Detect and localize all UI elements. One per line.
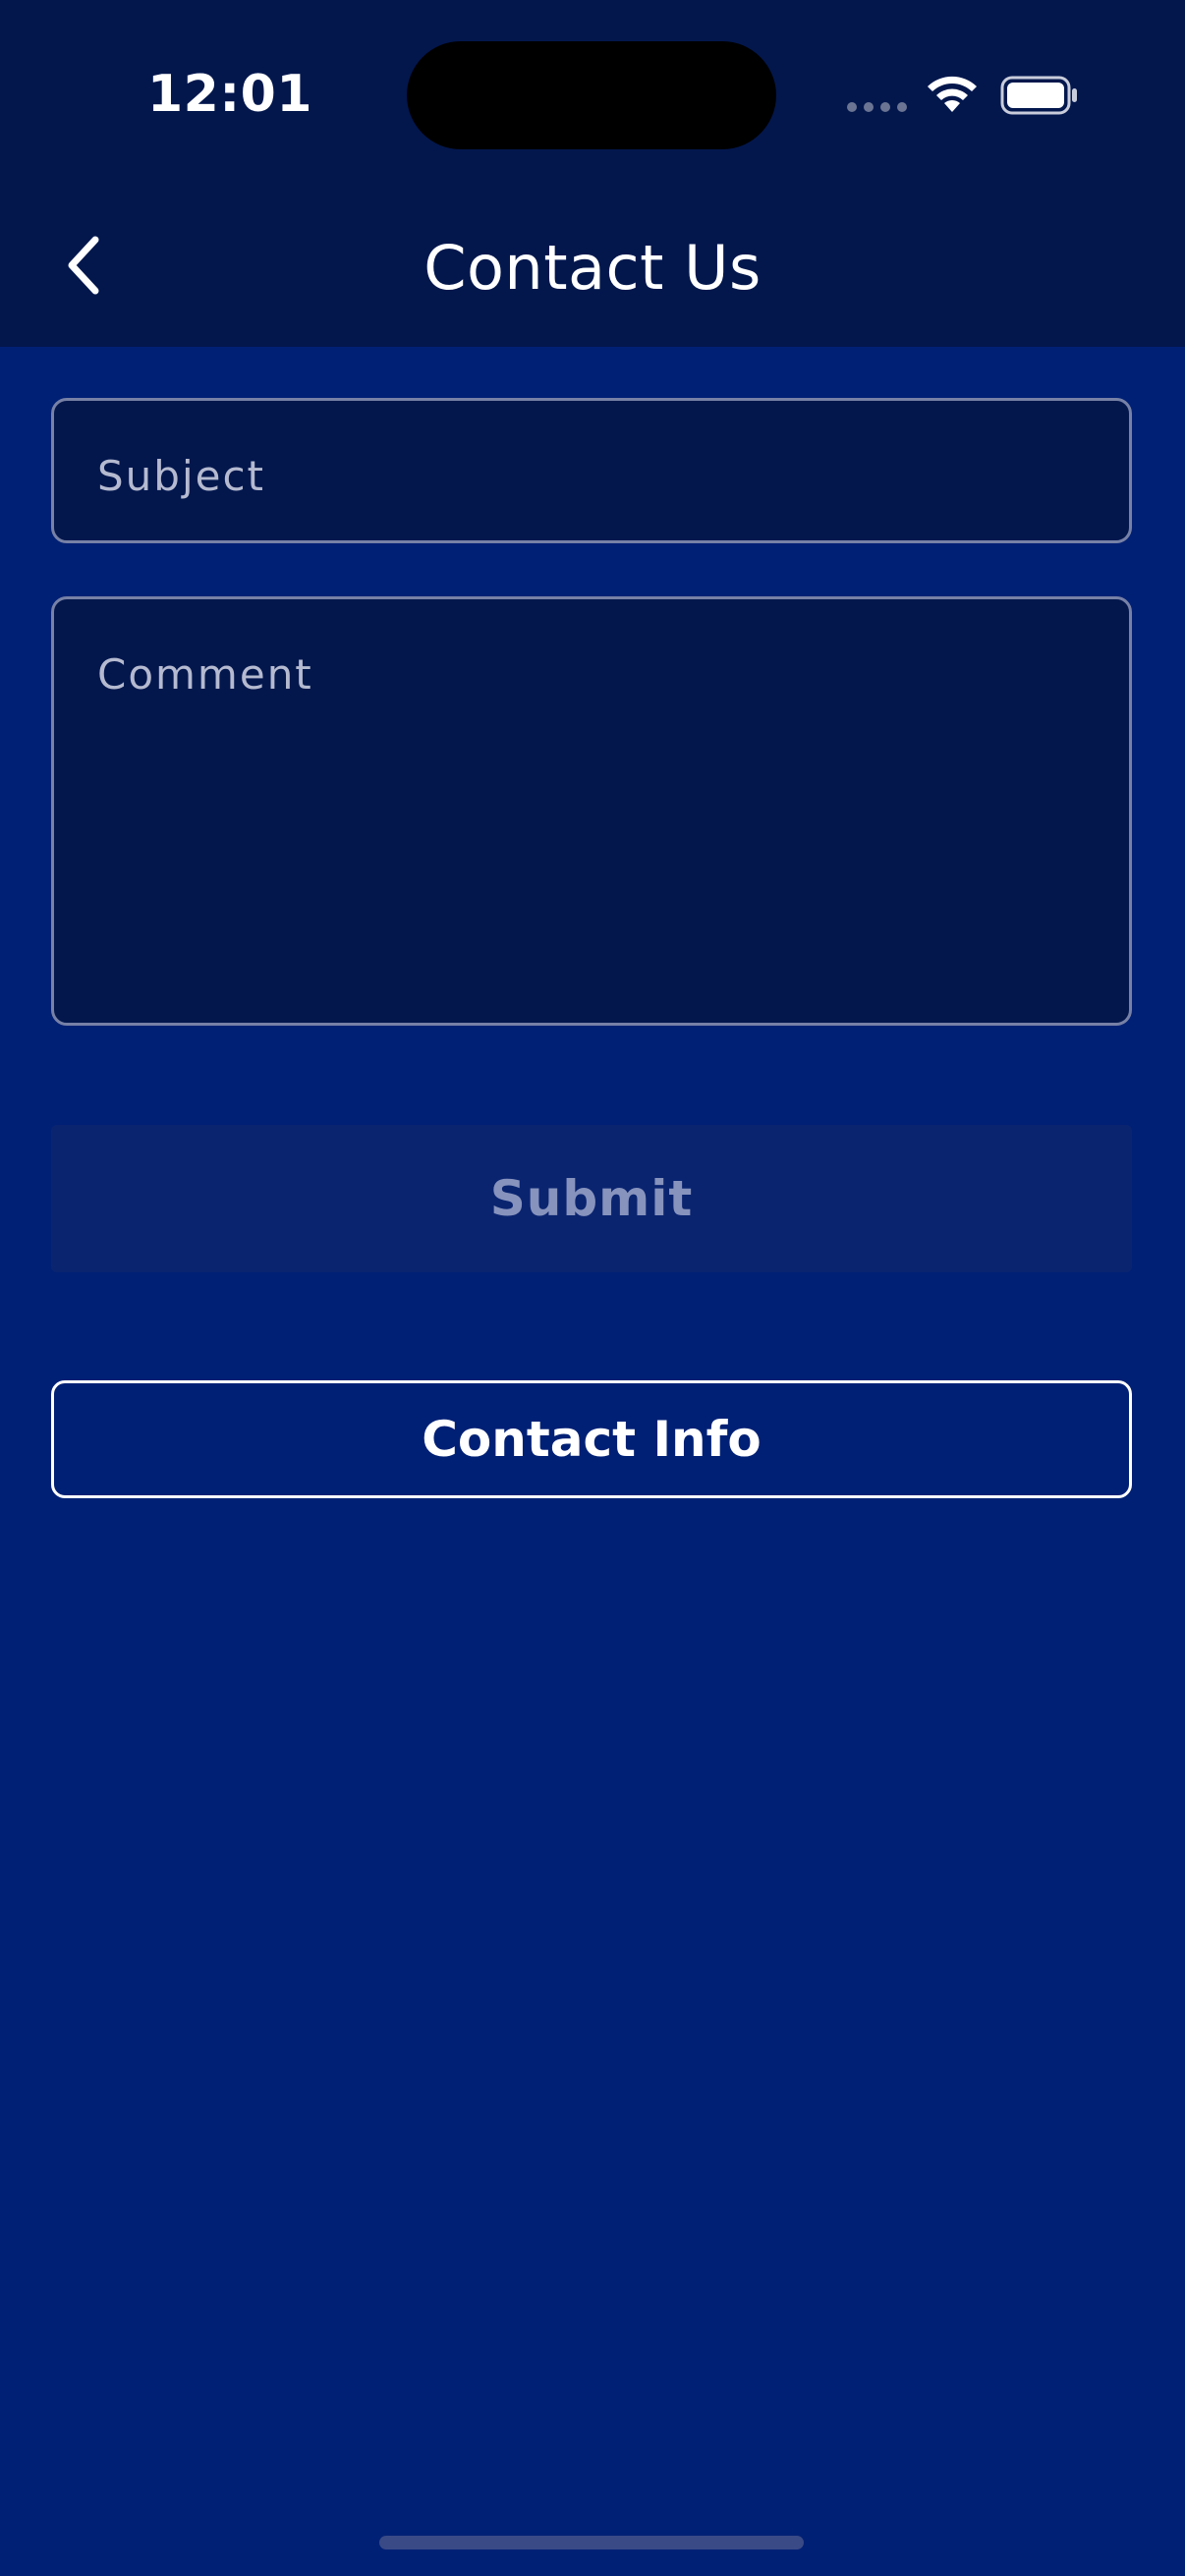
dynamic-island <box>407 41 776 149</box>
home-indicator[interactable] <box>379 2536 804 2549</box>
submit-button[interactable]: Submit <box>51 1125 1132 1272</box>
page-title: Contact Us <box>423 232 762 304</box>
subject-placeholder: Subject <box>97 452 266 500</box>
cellular-signal-icon <box>847 102 907 112</box>
comment-textarea[interactable]: Comment <box>51 596 1132 1026</box>
subject-input[interactable]: Subject <box>51 398 1132 543</box>
status-time: 12:01 <box>147 65 313 124</box>
chevron-left-icon <box>68 236 99 295</box>
wifi-icon <box>928 76 977 112</box>
navigation-header: 12:01 Contact Us <box>0 0 1185 347</box>
contact-info-button[interactable]: Contact Info <box>51 1380 1132 1498</box>
back-button[interactable] <box>49 216 118 314</box>
comment-placeholder: Comment <box>97 650 313 699</box>
battery-icon <box>1000 76 1077 115</box>
